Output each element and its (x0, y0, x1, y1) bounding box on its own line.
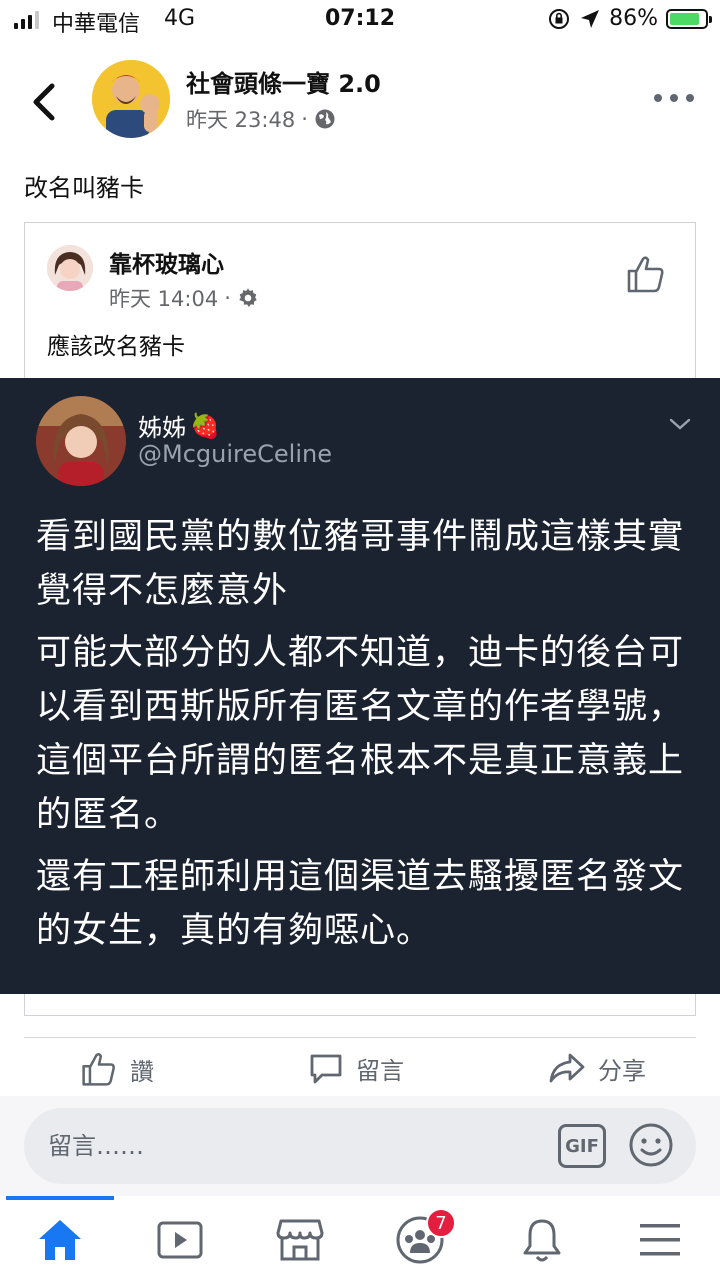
comment-button[interactable]: 留言 (308, 1050, 404, 1086)
nav-notifications[interactable] (512, 1214, 572, 1266)
avatar-illustration (92, 60, 170, 138)
status-bar: 中華電信 4G 07:12 86% (0, 0, 720, 40)
globe-icon (315, 109, 335, 129)
chevron-down-icon (669, 418, 691, 430)
shared-timestamp[interactable]: 昨天 14:04 (109, 283, 218, 313)
post-header: 社會頭條一寶 2.0 昨天 23:48 · (0, 52, 720, 152)
tweet-handle: @McguireCeline (138, 440, 332, 468)
bottom-nav: 7 (0, 1196, 720, 1280)
carrier-label: 中華電信 (52, 12, 141, 37)
shared-post-meta: 昨天 14:04 · (109, 283, 259, 313)
share-label: 分享 (598, 1056, 646, 1085)
nav-marketplace[interactable] (270, 1214, 330, 1266)
tweet-paragraph: 可能大部分的人都不知道，迪卡的後台可以看到西斯版所有匿名文章的作者學號，這個平台… (36, 633, 685, 835)
post-meta: 昨天 23:48 · (186, 104, 336, 134)
battery-fill (670, 12, 700, 25)
nav-watch[interactable] (150, 1214, 210, 1266)
share-arrow-icon (549, 1053, 585, 1083)
marketplace-icon (276, 1219, 324, 1261)
notifications-icon (523, 1219, 561, 1262)
battery-icon (666, 8, 712, 29)
meta-separator: · (224, 286, 231, 310)
nav-home[interactable] (30, 1214, 90, 1266)
battery-percent: 86% (609, 6, 658, 31)
home-icon (39, 1220, 81, 1260)
comment-composer[interactable]: GIF (24, 1108, 696, 1184)
menu-icon (640, 1224, 680, 1256)
tweet-body: 看到國民黨的數位豬哥事件鬧成這樣其實覺得不怎麼意外 可能大部分的人都不知道，迪卡… (36, 510, 686, 966)
like-button[interactable]: 讚 (80, 1050, 154, 1088)
gear-icon (239, 288, 257, 307)
tweet-display-name: 姊姊 🍓 (138, 408, 220, 443)
thumbs-up-icon (82, 1053, 115, 1086)
actions-divider (24, 1037, 696, 1038)
avatar-photo (36, 396, 126, 486)
gif-button[interactable]: GIF (558, 1124, 606, 1168)
tweet-paragraph: 看到國民黨的數位豬哥事件鬧成這樣其實覺得不怎麼意外 (36, 517, 685, 611)
active-tab-indicator (6, 1196, 114, 1200)
page-name[interactable]: 社會頭條一寶 2.0 (186, 64, 381, 99)
thumbs-up-outline-icon[interactable] (625, 253, 667, 295)
location-arrow-icon (581, 9, 600, 28)
tweet-name-text: 姊姊 (138, 414, 186, 442)
nav-groups[interactable]: 7 (390, 1208, 456, 1266)
notification-badge: 7 (426, 1208, 456, 1238)
post-timestamp[interactable]: 昨天 23:48 (186, 104, 295, 134)
emoji-icon[interactable] (628, 1122, 674, 1168)
tweet-image[interactable]: 姊姊 🍓 @McguireCeline 看到國民黨的數位豬哥事件鬧成這樣其實覺得… (0, 378, 720, 994)
shared-author-name[interactable]: 靠杯玻璃心 (109, 245, 224, 279)
network-label: 4G (164, 6, 196, 31)
watch-icon (157, 1221, 203, 1259)
shared-author-avatar[interactable] (47, 245, 93, 291)
post-actions: 讚 留言 分享 (0, 1050, 720, 1102)
like-label: 讚 (130, 1057, 154, 1086)
avatar-photo (47, 245, 93, 291)
comment-input[interactable] (48, 1128, 528, 1164)
meta-separator: · (301, 107, 308, 131)
shared-post-text: 應該改名豬卡 (47, 334, 185, 360)
comment-label: 留言 (356, 1056, 404, 1085)
signal-icon (14, 11, 39, 29)
strawberry-emoji: 🍓 (190, 411, 220, 440)
page-avatar[interactable] (92, 60, 170, 138)
rotation-lock-icon (549, 8, 570, 29)
back-chevron-icon[interactable] (28, 80, 62, 124)
more-options-icon[interactable] (654, 88, 694, 108)
tweet-paragraph: 還有工程師利用這個渠道去騷擾匿名發文的女生，真的有夠噁心。 (36, 857, 685, 951)
comment-bubble-icon (310, 1054, 342, 1084)
status-right: 86% (547, 6, 712, 31)
nav-menu[interactable] (630, 1214, 690, 1266)
post-text: 改名叫豬卡 (24, 174, 144, 202)
tweet-avatar (36, 396, 126, 486)
share-button[interactable]: 分享 (548, 1050, 646, 1086)
